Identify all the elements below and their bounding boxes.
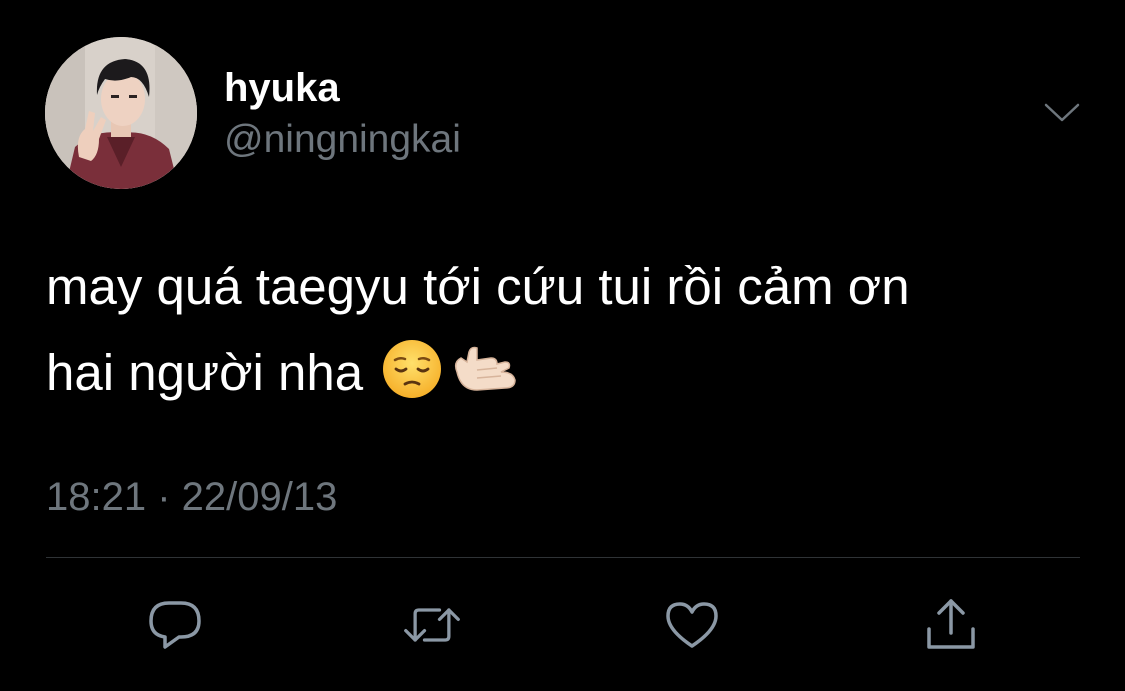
display-name[interactable]: hyuka xyxy=(224,64,340,112)
call-me-hand-emoji xyxy=(447,338,521,426)
profile-photo-icon xyxy=(45,37,197,189)
retweet-button[interactable] xyxy=(402,597,462,653)
tweet-text: may quá taegyu tới cứu tui rồi cảm ơn ha… xyxy=(46,244,1086,426)
like-button[interactable] xyxy=(662,597,722,653)
tweet-timestamp[interactable]: 18:21 · 22/09/13 xyxy=(46,472,337,522)
tweet-text-line-2: hai người nha xyxy=(46,344,364,401)
user-handle[interactable]: @ningningkai xyxy=(224,116,461,164)
tweet-text-line-1: may quá taegyu tới cứu tui rồi cảm ơn xyxy=(46,258,910,315)
retweet-icon xyxy=(404,608,460,642)
more-options-button[interactable] xyxy=(1040,96,1084,130)
tweet-card: hyuka @ningningkai may quá taegyu tới cứ… xyxy=(0,0,1125,691)
share-button[interactable] xyxy=(921,597,981,653)
reply-icon xyxy=(149,601,201,649)
reply-button[interactable] xyxy=(145,597,205,653)
heart-icon xyxy=(666,602,718,648)
divider xyxy=(46,557,1080,558)
share-icon xyxy=(927,599,975,649)
avatar[interactable] xyxy=(45,37,197,189)
pensive-face-emoji xyxy=(381,338,443,426)
chevron-down-icon xyxy=(1044,103,1080,122)
